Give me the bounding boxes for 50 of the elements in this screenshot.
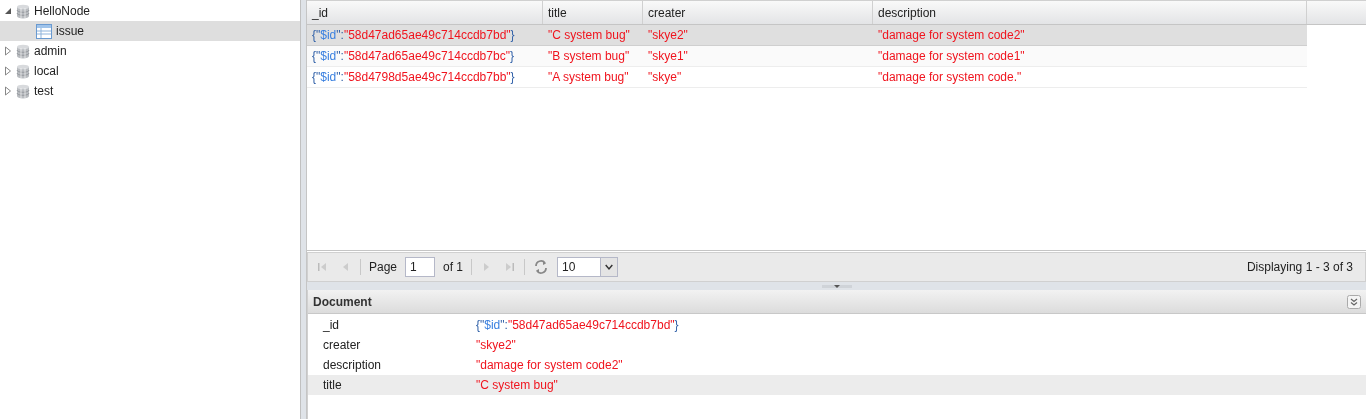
table-cell-text: "A system bug" [547, 69, 630, 86]
property-name: _id [322, 317, 340, 334]
table-cell-text: "C system bug" [547, 27, 631, 44]
database-icon [16, 83, 30, 99]
page-number-field[interactable]: 1 [405, 257, 436, 277]
table-icon [36, 23, 52, 39]
property-value: {"$id":"58d47ad65ae49c714ccdb7bd"} [476, 317, 679, 334]
database-icon [16, 63, 30, 79]
column-header[interactable]: description [873, 1, 1307, 24]
table-row[interactable]: {"$id":"58d47ad65ae49c714ccdb7bd"} "C system bug" "skye2" "damage for system code2" [307, 25, 1307, 46]
table-cell-text: "damage for system code." [877, 69, 1023, 86]
column-header[interactable]: title [543, 1, 643, 24]
table-cell-text: "damage for system code1" [877, 48, 1026, 65]
table-cell-text: "skye1" [647, 48, 689, 65]
property-row[interactable]: description "damage for system code2" [308, 355, 1366, 375]
page-label: Page [369, 259, 398, 276]
expanded-arrow-icon[interactable] [4, 7, 12, 15]
table-cell-text: {"$id":"58d47ad65ae49c714ccdb7bd"} [311, 27, 516, 44]
database-icon [16, 43, 30, 59]
paging-summary: Displaying 1 - 3 of 3 [1246, 259, 1354, 276]
tree-item[interactable]: local [0, 61, 300, 81]
column-header[interactable]: creater [643, 1, 873, 24]
property-value: "skye2" [476, 337, 516, 354]
panel-title: Document [313, 293, 372, 311]
database-icon [16, 3, 30, 19]
property-row[interactable]: creater "skye2" [308, 335, 1366, 355]
table-row[interactable]: {"$id":"58d47ad65ae49c714ccdb7bc"} "B system bug" "skye1" "damage for system code1" [307, 46, 1307, 67]
table-cell-text: "skye" [647, 69, 683, 86]
property-name: creater [322, 337, 362, 354]
property-name: description [322, 357, 383, 374]
property-value: "C system bug" [476, 377, 558, 394]
refresh-icon[interactable] [533, 259, 550, 275]
collapse-handle-icon[interactable] [821, 283, 852, 289]
collapse-icon[interactable] [1347, 294, 1361, 309]
table-cell-text: "skye2" [647, 27, 689, 44]
property-name: title [322, 377, 343, 394]
property-row[interactable]: title "C system bug" [308, 375, 1366, 395]
table-cell-text: {"$id":"58d4798d5ae49c714ccdb7bb"} [311, 69, 516, 86]
table-cell-text: "damage for system code2" [877, 27, 1026, 44]
table-cell-text: "B system bug" [547, 48, 631, 65]
page-count-label: of 1 [443, 259, 464, 276]
tree-item[interactable]: HelloNode [0, 1, 300, 21]
property-value: "damage for system code2" [476, 357, 623, 374]
column-header[interactable]: _id [307, 1, 543, 24]
tree-item[interactable]: test [0, 81, 300, 101]
page-size-dropdown[interactable]: 10 [557, 257, 619, 277]
property-row[interactable]: _id {"$id":"58d47ad65ae49c714ccdb7bd"} [308, 315, 1366, 335]
table-cell-text: {"$id":"58d47ad65ae49c714ccdb7bc"} [311, 48, 515, 65]
tree-item[interactable]: admin [0, 41, 300, 61]
tree-item[interactable]: issue [0, 21, 300, 41]
